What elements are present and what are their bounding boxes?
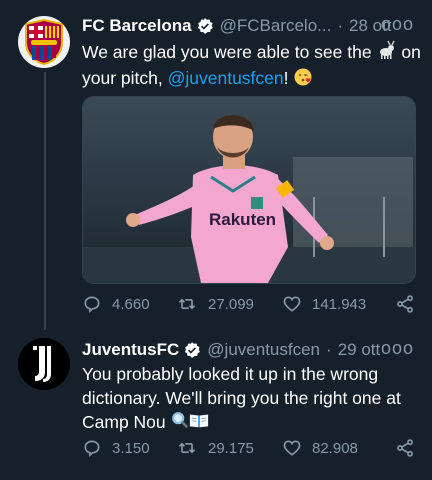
author-name[interactable]: JuventusFC (82, 340, 179, 360)
player-photo: Rakuten (83, 97, 415, 283)
share-icon (397, 295, 413, 313)
tweet-text: We are glad you were able to see the on … (82, 40, 422, 93)
reply-count: 3.150 (112, 439, 150, 457)
tweet-media-image[interactable]: Rakuten (82, 96, 416, 284)
heart-icon (283, 296, 301, 312)
author-handle[interactable]: @juventusfcen (207, 340, 320, 360)
retweet-icon (178, 442, 196, 454)
verified-badge-icon (196, 17, 214, 35)
retweet-count: 29.175 (208, 439, 254, 457)
more-options-icon[interactable]: ooo (381, 14, 414, 35)
sponsor-text: Rakuten (209, 210, 276, 229)
verified-badge-icon (183, 341, 201, 359)
retweet-button[interactable]: 27.099 (176, 294, 254, 314)
fc-barcelona-avatar[interactable] (18, 16, 70, 68)
open-book-emoji-icon (189, 411, 209, 435)
tweet-text-part: ! (283, 68, 289, 89)
fc-barcelona-crest-icon (25, 18, 63, 66)
reply-button[interactable]: 4.660 (82, 294, 150, 314)
separator-dot: · (326, 340, 332, 359)
separator-dot: · (337, 16, 343, 35)
tweet-fcbarcelona[interactable]: FC Barcelona @FCBarcelo... · 28 ott ooo … (0, 0, 432, 330)
tweet-text-part: You probably looked it up in the wrong d… (82, 364, 401, 432)
like-count: 82.908 (312, 439, 358, 457)
like-count: 141.943 (312, 295, 367, 313)
retweet-icon (178, 298, 196, 310)
tweet-text-part: We are glad you were able to see the (82, 42, 372, 62)
goat-emoji-icon (376, 40, 396, 66)
kissing-heart-emoji-icon (293, 67, 313, 93)
share-button[interactable] (395, 438, 415, 458)
retweet-button[interactable]: 29.175 (176, 438, 254, 458)
tweet-juventusfc[interactable]: JuventusFC @juventusfcen · 29 ott ooo Yo… (0, 330, 432, 480)
tweet-text: You probably looked it up in the wrong d… (82, 362, 422, 435)
like-button[interactable]: 141.943 (282, 294, 366, 314)
share-icon (397, 439, 413, 457)
author-name[interactable]: FC Barcelona (82, 16, 192, 36)
tweet-actions: 3.150 29.175 82.908 (82, 438, 422, 462)
tweet-date[interactable]: 29 ott (338, 340, 381, 360)
thread-line (44, 72, 46, 330)
tweet-actions: 4.660 27.099 141.943 (82, 294, 422, 318)
like-button[interactable]: 82.908 (282, 438, 358, 458)
reply-button[interactable]: 3.150 (82, 438, 150, 458)
reply-icon (84, 296, 100, 313)
author-handle[interactable]: @FCBarcelo... (220, 16, 332, 36)
tweet-header: JuventusFC @juventusfcen · 29 ott (82, 340, 380, 360)
retweet-count: 27.099 (208, 295, 254, 313)
reply-icon (84, 440, 100, 457)
reply-count: 4.660 (112, 295, 150, 313)
share-button[interactable] (395, 294, 415, 314)
juventus-avatar[interactable] (18, 338, 70, 390)
tweet-header: FC Barcelona @FCBarcelo... · 28 ott (82, 16, 392, 36)
heart-icon (283, 440, 301, 456)
mention-link[interactable]: @juventusfcen (168, 68, 284, 88)
more-options-icon[interactable]: ooo (381, 338, 414, 359)
magnifying-glass-emoji-icon (171, 411, 189, 435)
juventus-logo-icon (33, 346, 51, 382)
